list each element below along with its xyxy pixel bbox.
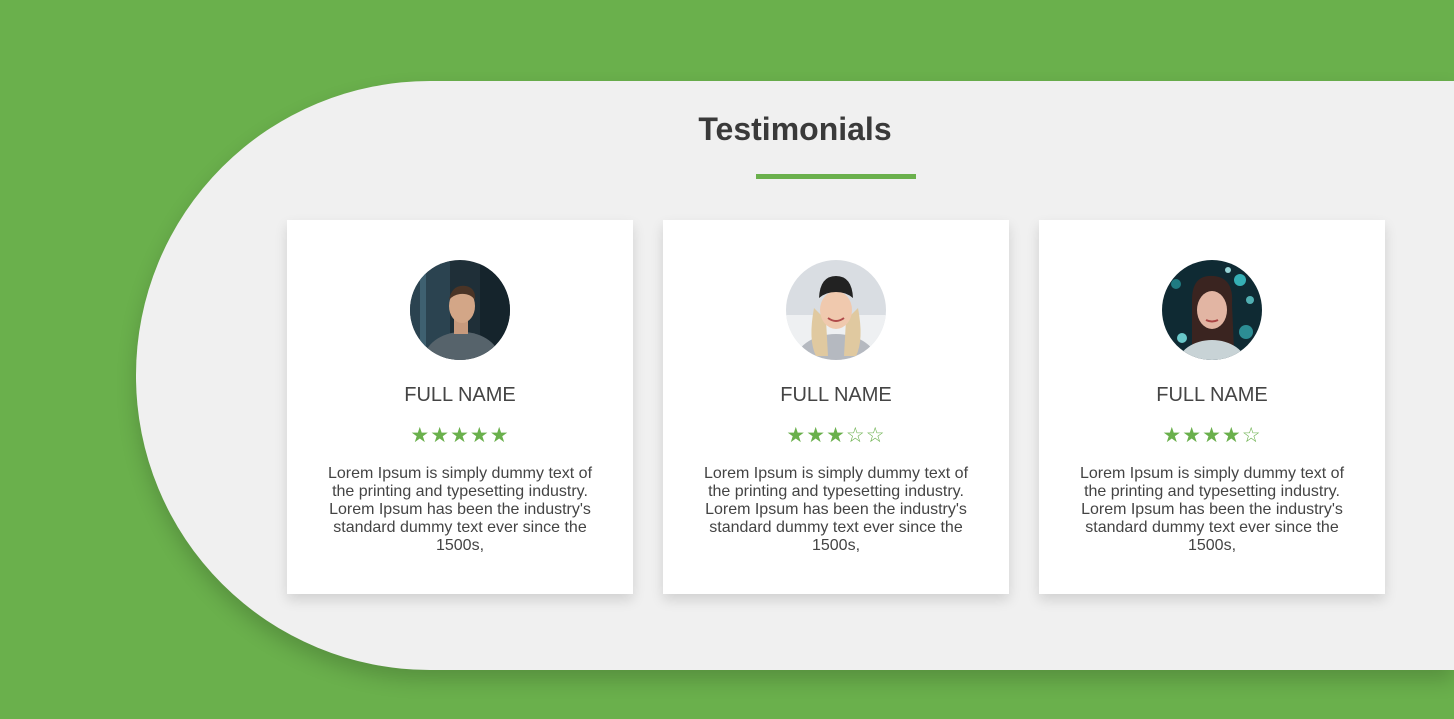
reviewer-name: FULL NAME <box>404 384 516 406</box>
star-filled-icon: ★ <box>806 424 827 447</box>
reviewer-name: FULL NAME <box>1156 384 1268 406</box>
testimonial-cards: FULL NAME ★★★★★ Lorem Ipsum is simply du… <box>287 220 1385 594</box>
star-rating: ★★★☆☆ <box>663 424 1009 448</box>
star-rating: ★★★★☆ <box>1039 424 1385 448</box>
testimonial-text: Lorem Ipsum is simply dummy text of the … <box>327 465 593 554</box>
star-filled-icon: ★ <box>1182 424 1203 447</box>
testimonial-card: FULL NAME ★★★★☆ Lorem Ipsum is simply du… <box>1039 220 1385 594</box>
testimonial-card: FULL NAME ★★★★★ Lorem Ipsum is simply du… <box>287 220 633 594</box>
star-filled-icon: ★ <box>1162 424 1183 447</box>
woman-beanie-avatar <box>786 260 886 360</box>
star-filled-icon: ★ <box>786 424 807 447</box>
section-title: Testimonials <box>698 111 892 147</box>
star-rating: ★★★★★ <box>287 424 633 448</box>
star-filled-icon: ★ <box>1221 424 1242 447</box>
star-empty-icon: ☆ <box>845 424 866 447</box>
star-filled-icon: ★ <box>450 424 470 447</box>
star-filled-icon: ★ <box>430 424 451 447</box>
reviewer-name: FULL NAME <box>780 384 892 406</box>
title-underline <box>756 174 916 179</box>
testimonial-text: Lorem Ipsum is simply dummy text of the … <box>703 465 969 554</box>
star-filled-icon: ★ <box>1202 424 1222 447</box>
testimonial-card: FULL NAME ★★★☆☆ Lorem Ipsum is simply du… <box>663 220 1009 594</box>
testimonials-panel: Testimonials FULL NAME ★★★★★ Lorem Ipsum… <box>136 81 1454 670</box>
star-filled-icon: ★ <box>410 424 431 447</box>
woman-lights-avatar <box>1162 260 1262 360</box>
star-filled-icon: ★ <box>469 424 490 447</box>
man-portrait-avatar <box>410 260 510 360</box>
star-filled-icon: ★ <box>489 424 510 447</box>
star-empty-icon: ☆ <box>1241 424 1262 447</box>
star-empty-icon: ☆ <box>865 424 886 447</box>
star-filled-icon: ★ <box>826 424 846 447</box>
testimonial-text: Lorem Ipsum is simply dummy text of the … <box>1079 465 1345 554</box>
